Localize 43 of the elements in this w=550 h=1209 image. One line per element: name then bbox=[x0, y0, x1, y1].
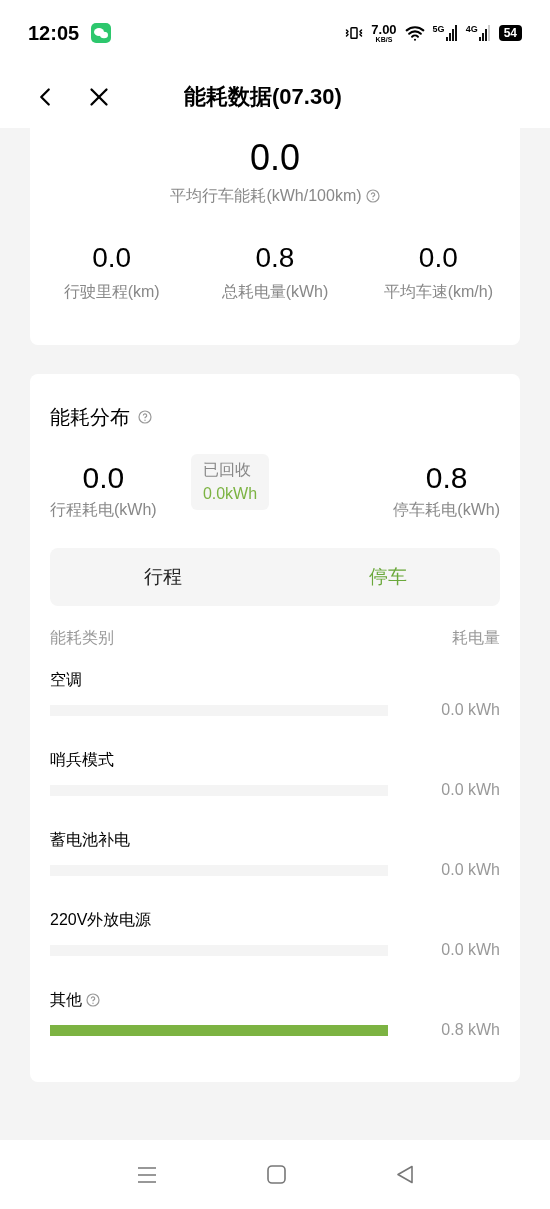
stat-value: 0.0 bbox=[92, 242, 132, 274]
home-icon[interactable] bbox=[266, 1165, 286, 1184]
category-name: 哨兵模式 bbox=[50, 750, 114, 770]
average-consumption-value: 0.0 bbox=[249, 136, 300, 180]
chat-app-icon bbox=[91, 22, 112, 43]
back-icon[interactable] bbox=[395, 1165, 414, 1184]
help-icon[interactable] bbox=[86, 993, 100, 1007]
page-title: 能耗数据(07.30) bbox=[184, 83, 342, 111]
section-title: 能耗分布 bbox=[50, 405, 130, 430]
help-icon[interactable] bbox=[365, 189, 380, 203]
clock: 12:05 bbox=[28, 20, 80, 46]
recovered-label: 已回收 bbox=[202, 460, 252, 480]
segment-tab[interactable]: 行程 bbox=[50, 548, 275, 606]
signal-icon bbox=[445, 24, 458, 41]
category-name: 蓄电池补电 bbox=[50, 830, 130, 850]
category-name: 其他 bbox=[50, 990, 82, 1010]
stat-value: 0.0 bbox=[418, 242, 458, 274]
consumption-value: 0.8 kWh bbox=[441, 1020, 500, 1040]
network-label: 4G bbox=[465, 24, 478, 34]
average-consumption-label: 平均行车能耗(kWh/100km) bbox=[170, 186, 362, 206]
consumption-value: 0.0 kWh bbox=[441, 780, 500, 800]
parking-consumption-value: 0.8 bbox=[425, 460, 468, 496]
consumption-value: 0.0 kWh bbox=[441, 860, 500, 880]
trip-consumption-label: 行程耗电(kWh) bbox=[50, 500, 157, 520]
stat-label: 行驶里程(km) bbox=[63, 282, 160, 302]
network-speed: 7.00 bbox=[371, 22, 397, 36]
parking-consumption-label: 停车耗电(kWh) bbox=[393, 500, 500, 520]
trip-consumption-value: 0.0 bbox=[82, 460, 125, 496]
consumption-value: 0.0 kWh bbox=[441, 700, 500, 720]
stat-label: 总耗电量(kWh) bbox=[221, 282, 329, 302]
signal-icon bbox=[478, 24, 491, 41]
category-name: 220V外放电源 bbox=[50, 910, 152, 930]
consumption-value: 0.0 kWh bbox=[441, 940, 500, 960]
help-icon[interactable] bbox=[138, 410, 152, 424]
stat-label: 平均车速(km/h) bbox=[383, 282, 493, 302]
category-name: 空调 bbox=[50, 670, 82, 690]
recents-icon[interactable] bbox=[136, 1165, 157, 1184]
network-label: 5G bbox=[432, 24, 445, 34]
battery-indicator: 54 bbox=[498, 24, 522, 41]
stat-value: 0.8 bbox=[255, 242, 295, 274]
column-header: 能耗类别 bbox=[50, 628, 114, 648]
recovered-value: 0.0kWh bbox=[202, 484, 258, 504]
column-header: 耗电量 bbox=[452, 628, 500, 648]
